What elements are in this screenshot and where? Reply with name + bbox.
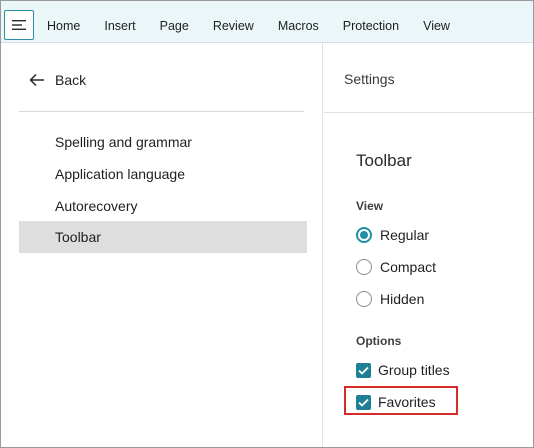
radio-label: Regular bbox=[380, 227, 430, 243]
tab-home[interactable]: Home bbox=[35, 1, 92, 43]
back-label: Back bbox=[55, 72, 87, 88]
settings-content-pane: Settings Toolbar View Regular Compact Hi… bbox=[324, 43, 533, 447]
nav-item-application-language[interactable]: Application language bbox=[19, 158, 307, 190]
tab-page[interactable]: Page bbox=[148, 1, 201, 43]
radio-label: Compact bbox=[380, 259, 437, 275]
checkbox-label: Favorites bbox=[378, 394, 436, 410]
nav-item-toolbar[interactable]: Toolbar bbox=[19, 221, 307, 253]
checkmark-icon bbox=[358, 366, 369, 375]
radio-button[interactable] bbox=[356, 259, 372, 275]
hamburger-icon bbox=[12, 20, 26, 30]
radio-button[interactable] bbox=[356, 291, 372, 307]
settings-header: Settings bbox=[344, 71, 395, 87]
ribbon-tabs: Home Insert Page Review Macros Protectio… bbox=[35, 1, 462, 43]
tab-view[interactable]: View bbox=[411, 1, 462, 43]
divider bbox=[19, 111, 304, 112]
checkbox-favorites[interactable]: Favorites bbox=[356, 391, 436, 413]
tab-insert[interactable]: Insert bbox=[92, 1, 147, 43]
checkbox-checked[interactable] bbox=[356, 362, 371, 378]
nav-item-autorecovery[interactable]: Autorecovery bbox=[19, 190, 307, 222]
tab-protection[interactable]: Protection bbox=[331, 1, 411, 43]
back-button[interactable]: Back bbox=[29, 69, 86, 91]
ribbon-tab-bar: Home Insert Page Review Macros Protectio… bbox=[1, 1, 533, 43]
view-group-label: View bbox=[356, 199, 384, 213]
radio-compact[interactable]: Compact bbox=[356, 256, 436, 278]
checkmark-icon bbox=[358, 398, 369, 407]
divider bbox=[324, 112, 533, 113]
nav-item-spelling-and-grammar[interactable]: Spelling and grammar bbox=[19, 126, 307, 158]
checkbox-label: Group titles bbox=[378, 362, 450, 378]
radio-button-selected[interactable] bbox=[356, 227, 372, 243]
options-group-label: Options bbox=[356, 334, 402, 348]
tab-macros[interactable]: Macros bbox=[266, 1, 331, 43]
checkbox-checked[interactable] bbox=[356, 394, 371, 410]
radio-regular[interactable]: Regular bbox=[356, 224, 429, 246]
radio-label: Hidden bbox=[380, 291, 425, 307]
app-window: Home Insert Page Review Macros Protectio… bbox=[0, 0, 534, 448]
tab-review[interactable]: Review bbox=[201, 1, 266, 43]
radio-hidden[interactable]: Hidden bbox=[356, 288, 424, 310]
section-title: Toolbar bbox=[356, 151, 412, 170]
arrow-left-icon bbox=[29, 73, 44, 87]
file-menu-button[interactable] bbox=[4, 10, 34, 40]
settings-nav-pane: Back Spelling and grammar Application la… bbox=[1, 43, 323, 447]
checkbox-group-titles[interactable]: Group titles bbox=[356, 359, 450, 381]
